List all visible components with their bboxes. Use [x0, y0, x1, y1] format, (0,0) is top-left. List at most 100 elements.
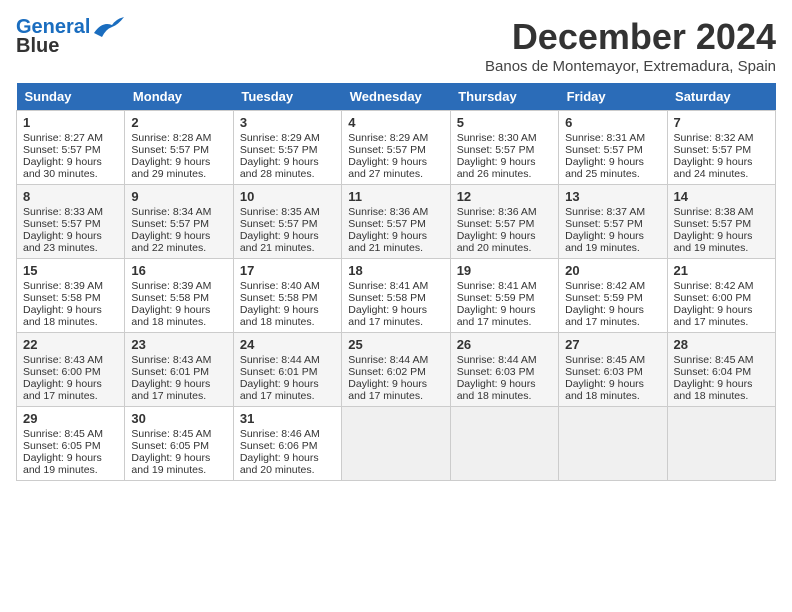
table-row: 3 Sunrise: 8:29 AMSunset: 5:57 PMDaylight…	[233, 111, 341, 185]
day-number: 14	[674, 189, 769, 204]
day-info: Sunrise: 8:44 AMSunset: 6:01 PMDaylight:…	[240, 354, 320, 402]
day-number: 27	[565, 337, 660, 352]
day-info: Sunrise: 8:30 AMSunset: 5:57 PMDaylight:…	[457, 132, 537, 180]
location-title: Banos de Montemayor, Extremadura, Spain	[485, 58, 776, 75]
day-number: 31	[240, 411, 335, 426]
day-number: 20	[565, 263, 660, 278]
day-number: 23	[131, 337, 226, 352]
table-row: 5 Sunrise: 8:30 AMSunset: 5:57 PMDaylight…	[450, 111, 558, 185]
day-number: 1	[23, 115, 118, 130]
logo-bird-icon	[94, 17, 124, 39]
table-row: 20 Sunrise: 8:42 AMSunset: 5:59 PMDayligh…	[559, 259, 667, 333]
day-number: 2	[131, 115, 226, 130]
day-info: Sunrise: 8:42 AMSunset: 5:59 PMDaylight:…	[565, 280, 645, 328]
table-row: 13 Sunrise: 8:37 AMSunset: 5:57 PMDayligh…	[559, 185, 667, 259]
day-number: 22	[23, 337, 118, 352]
table-row: 2Sunrise: 8:28 AMSunset: 5:57 PMDaylight…	[125, 111, 233, 185]
calendar-week-row: 15 Sunrise: 8:39 AMSunset: 5:58 PMDayligh…	[17, 259, 776, 333]
day-number: 18	[348, 263, 443, 278]
day-number: 9	[131, 189, 226, 204]
day-info: Sunrise: 8:31 AMSunset: 5:57 PMDaylight:…	[565, 132, 645, 180]
day-info: Sunrise: 8:46 AMSunset: 6:06 PMDaylight:…	[240, 428, 320, 476]
calendar-header-row: SundayMondayTuesdayWednesdayThursdayFrid…	[17, 83, 776, 111]
day-info: Sunrise: 8:33 AMSunset: 5:57 PMDaylight:…	[23, 206, 103, 254]
table-row	[667, 407, 775, 481]
table-row: 12 Sunrise: 8:36 AMSunset: 5:57 PMDayligh…	[450, 185, 558, 259]
day-number: 28	[674, 337, 769, 352]
table-row: 22Sunrise: 8:43 AMSunset: 6:00 PMDayligh…	[17, 333, 125, 407]
day-number: 13	[565, 189, 660, 204]
day-info: Sunrise: 8:44 AMSunset: 6:03 PMDaylight:…	[457, 354, 537, 402]
table-row: 6 Sunrise: 8:31 AMSunset: 5:57 PMDaylight…	[559, 111, 667, 185]
day-number: 16	[131, 263, 226, 278]
calendar-body: 1 Sunrise: 8:27 AMSunset: 5:57 PMDaylight…	[17, 111, 776, 481]
calendar-table: SundayMondayTuesdayWednesdayThursdayFrid…	[16, 83, 776, 481]
day-number: 12	[457, 189, 552, 204]
day-number: 4	[348, 115, 443, 130]
day-info: Sunrise: 8:29 AMSunset: 5:57 PMDaylight:…	[348, 132, 428, 180]
day-info: Sunrise: 8:35 AMSunset: 5:57 PMDaylight:…	[240, 206, 320, 254]
table-row: 4 Sunrise: 8:29 AMSunset: 5:57 PMDaylight…	[342, 111, 450, 185]
day-info: Sunrise: 8:44 AMSunset: 6:02 PMDaylight:…	[348, 354, 428, 402]
table-row: 21 Sunrise: 8:42 AMSunset: 6:00 PMDayligh…	[667, 259, 775, 333]
day-info: Sunrise: 8:40 AMSunset: 5:58 PMDaylight:…	[240, 280, 320, 328]
day-number: 30	[131, 411, 226, 426]
day-info: Sunrise: 8:29 AMSunset: 5:57 PMDaylight:…	[240, 132, 320, 180]
day-info: Sunrise: 8:39 AMSunset: 5:58 PMDaylight:…	[23, 280, 103, 328]
day-info: Sunrise: 8:34 AMSunset: 5:57 PMDaylight:…	[131, 206, 211, 254]
day-info: Sunrise: 8:45 AMSunset: 6:04 PMDaylight:…	[674, 354, 754, 402]
day-number: 6	[565, 115, 660, 130]
day-info: Sunrise: 8:36 AMSunset: 5:57 PMDaylight:…	[457, 206, 537, 254]
month-title: December 2024	[485, 16, 776, 58]
table-row: 7Sunrise: 8:32 AMSunset: 5:57 PMDaylight…	[667, 111, 775, 185]
title-block: December 2024 Banos de Montemayor, Extre…	[485, 16, 776, 75]
day-number: 29	[23, 411, 118, 426]
day-number: 21	[674, 263, 769, 278]
table-row: 29 Sunrise: 8:45 AMSunset: 6:05 PMDayligh…	[17, 407, 125, 481]
day-number: 15	[23, 263, 118, 278]
calendar-week-row: 22Sunrise: 8:43 AMSunset: 6:00 PMDayligh…	[17, 333, 776, 407]
day-info: Sunrise: 8:39 AMSunset: 5:58 PMDaylight:…	[131, 280, 211, 328]
table-row: 8Sunrise: 8:33 AMSunset: 5:57 PMDaylight…	[17, 185, 125, 259]
table-row: 26 Sunrise: 8:44 AMSunset: 6:03 PMDayligh…	[450, 333, 558, 407]
table-row: 30 Sunrise: 8:45 AMSunset: 6:05 PMDayligh…	[125, 407, 233, 481]
day-header-thursday: Thursday	[450, 83, 558, 111]
table-row: 15 Sunrise: 8:39 AMSunset: 5:58 PMDayligh…	[17, 259, 125, 333]
day-info: Sunrise: 8:45 AMSunset: 6:05 PMDaylight:…	[23, 428, 103, 476]
day-header-saturday: Saturday	[667, 83, 775, 111]
day-header-monday: Monday	[125, 83, 233, 111]
calendar-week-row: 29 Sunrise: 8:45 AMSunset: 6:05 PMDayligh…	[17, 407, 776, 481]
day-header-wednesday: Wednesday	[342, 83, 450, 111]
day-number: 11	[348, 189, 443, 204]
day-info: Sunrise: 8:27 AMSunset: 5:57 PMDaylight:…	[23, 132, 103, 180]
table-row: 14 Sunrise: 8:38 AMSunset: 5:57 PMDayligh…	[667, 185, 775, 259]
day-info: Sunrise: 8:43 AMSunset: 6:01 PMDaylight:…	[131, 354, 211, 402]
table-row: 24Sunrise: 8:44 AMSunset: 6:01 PMDayligh…	[233, 333, 341, 407]
day-number: 25	[348, 337, 443, 352]
day-header-friday: Friday	[559, 83, 667, 111]
table-row	[450, 407, 558, 481]
table-row: 31 Sunrise: 8:46 AMSunset: 6:06 PMDayligh…	[233, 407, 341, 481]
day-info: Sunrise: 8:36 AMSunset: 5:57 PMDaylight:…	[348, 206, 428, 254]
day-info: Sunrise: 8:42 AMSunset: 6:00 PMDaylight:…	[674, 280, 754, 328]
page-header: General Blue December 2024 Banos de Mont…	[16, 16, 776, 75]
table-row: 16 Sunrise: 8:39 AMSunset: 5:58 PMDayligh…	[125, 259, 233, 333]
table-row: 9 Sunrise: 8:34 AMSunset: 5:57 PMDaylight…	[125, 185, 233, 259]
table-row: 23 Sunrise: 8:43 AMSunset: 6:01 PMDayligh…	[125, 333, 233, 407]
table-row: 10 Sunrise: 8:35 AMSunset: 5:57 PMDayligh…	[233, 185, 341, 259]
table-row: 17Sunrise: 8:40 AMSunset: 5:58 PMDayligh…	[233, 259, 341, 333]
table-row: 28 Sunrise: 8:45 AMSunset: 6:04 PMDayligh…	[667, 333, 775, 407]
table-row: 27Sunrise: 8:45 AMSunset: 6:03 PMDayligh…	[559, 333, 667, 407]
day-number: 19	[457, 263, 552, 278]
day-info: Sunrise: 8:38 AMSunset: 5:57 PMDaylight:…	[674, 206, 754, 254]
table-row: 11 Sunrise: 8:36 AMSunset: 5:57 PMDayligh…	[342, 185, 450, 259]
day-number: 10	[240, 189, 335, 204]
day-header-tuesday: Tuesday	[233, 83, 341, 111]
day-number: 5	[457, 115, 552, 130]
day-number: 3	[240, 115, 335, 130]
day-number: 26	[457, 337, 552, 352]
day-info: Sunrise: 8:37 AMSunset: 5:57 PMDaylight:…	[565, 206, 645, 254]
day-info: Sunrise: 8:45 AMSunset: 6:05 PMDaylight:…	[131, 428, 211, 476]
table-row	[342, 407, 450, 481]
day-number: 7	[674, 115, 769, 130]
